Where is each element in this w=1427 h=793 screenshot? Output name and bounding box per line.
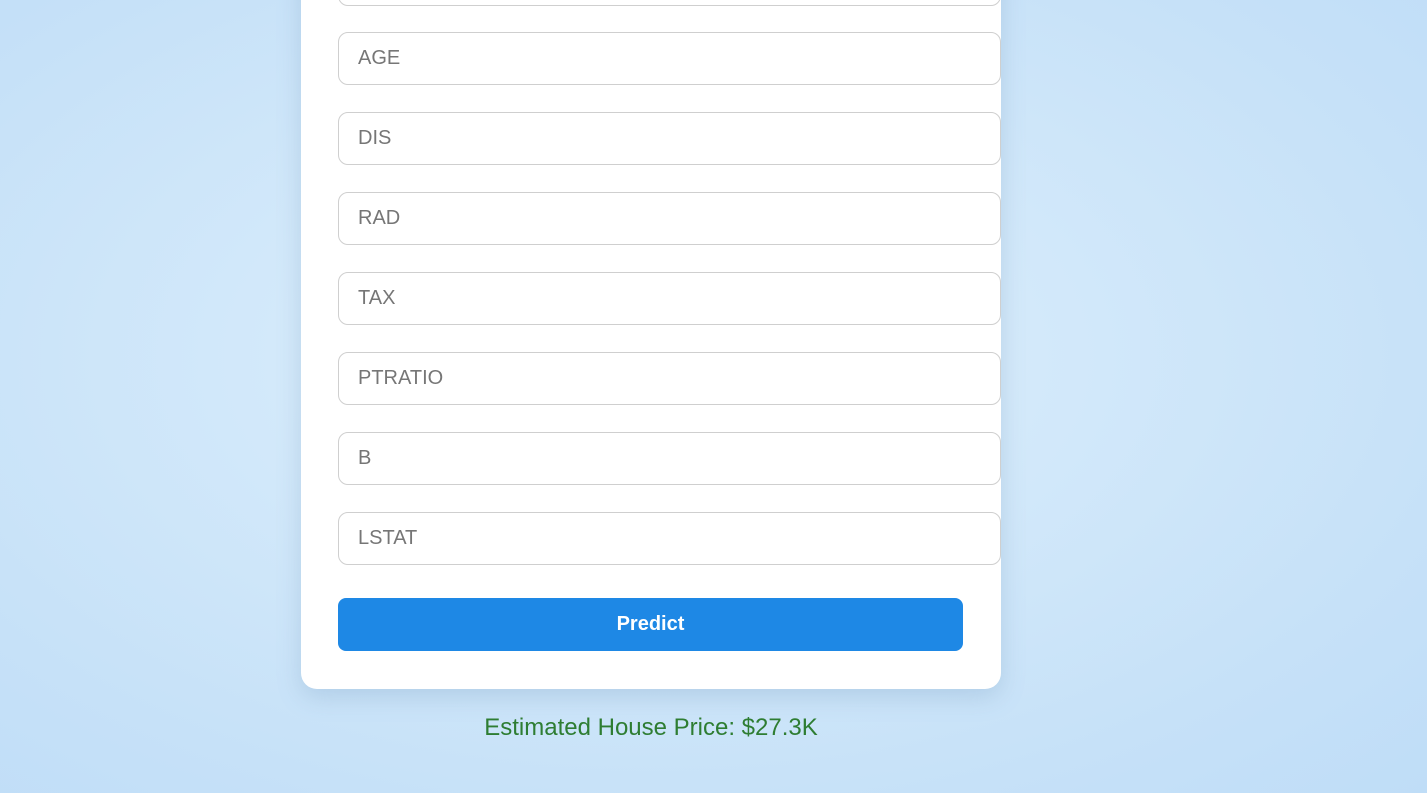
lstat-input[interactable] [338, 512, 1001, 565]
age-input[interactable] [338, 32, 1001, 85]
prediction-form-card [301, 0, 1001, 689]
predict-button[interactable]: Predict [338, 598, 963, 651]
ptratio-input[interactable] [338, 352, 1001, 405]
rad-input[interactable] [338, 192, 1001, 245]
tax-input[interactable] [338, 272, 1001, 325]
estimated-price-result: Estimated House Price: $27.3K [484, 714, 818, 741]
previous-input-field[interactable] [338, 0, 1001, 6]
b-input[interactable] [338, 432, 1001, 485]
dis-input[interactable] [338, 112, 1001, 165]
